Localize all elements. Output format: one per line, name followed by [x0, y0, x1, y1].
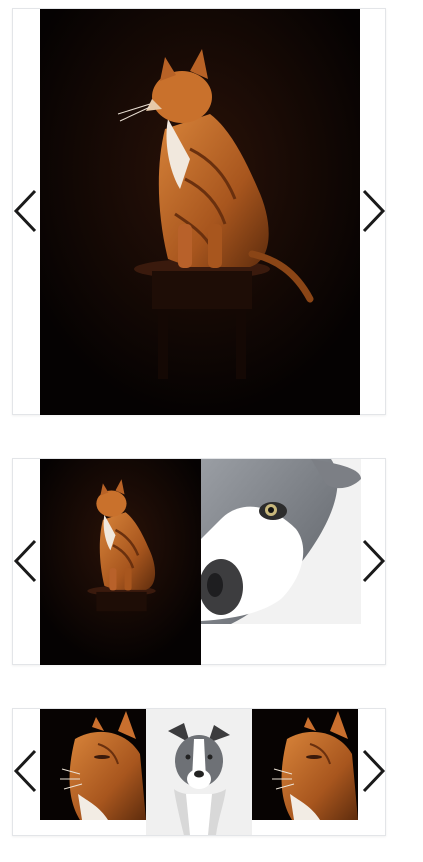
cat-closeup-photo — [40, 709, 146, 820]
dog-photo — [201, 459, 361, 624]
carousel-track — [40, 9, 360, 415]
carousel-track — [40, 459, 361, 665]
chevron-right-icon — [362, 749, 386, 793]
image-carousel-triple — [12, 708, 386, 836]
slide-cat-full[interactable] — [40, 9, 360, 415]
previous-slide-button[interactable] — [11, 189, 41, 233]
image-carousel-double — [12, 458, 386, 665]
cat-closeup-photo — [252, 709, 358, 820]
slide-cat-full[interactable] — [40, 459, 201, 665]
dog-portrait-photo — [146, 709, 252, 835]
previous-slide-button[interactable] — [11, 749, 41, 793]
chevron-left-icon — [13, 539, 37, 583]
next-slide-button[interactable] — [358, 539, 388, 583]
previous-slide-button[interactable] — [11, 539, 41, 583]
cat-photo — [40, 459, 201, 665]
chevron-right-icon — [362, 539, 386, 583]
slide-dog-portrait[interactable] — [146, 709, 252, 835]
chevron-left-icon — [13, 749, 37, 793]
carousel-track — [40, 709, 358, 835]
slide-cat-closeup[interactable] — [252, 709, 358, 820]
slide-cat-closeup[interactable] — [40, 709, 146, 820]
slide-dog-closeup[interactable] — [201, 459, 361, 624]
chevron-left-icon — [13, 189, 37, 233]
next-slide-button[interactable] — [358, 749, 388, 793]
image-carousel-single — [12, 8, 386, 415]
chevron-right-icon — [362, 189, 386, 233]
cat-photo — [40, 9, 360, 415]
next-slide-button[interactable] — [358, 189, 388, 233]
